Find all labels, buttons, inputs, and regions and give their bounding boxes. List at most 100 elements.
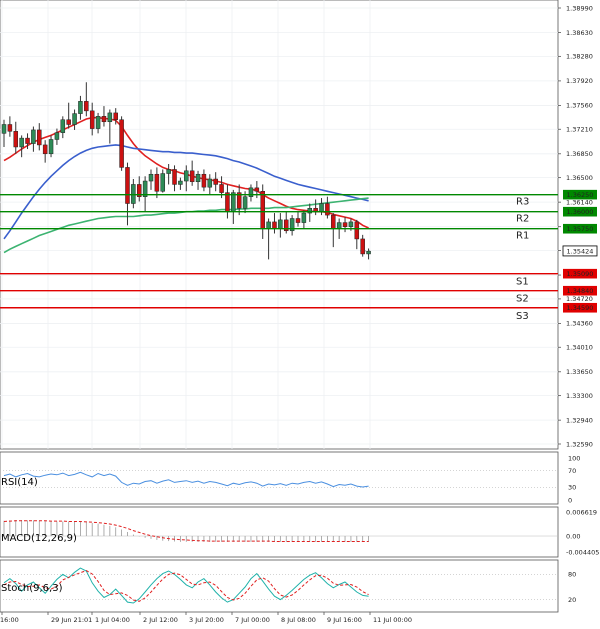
level-name-s2: S2 bbox=[516, 294, 529, 305]
candle-body bbox=[360, 238, 365, 255]
candle-body bbox=[178, 180, 183, 185]
candle-body bbox=[66, 119, 71, 125]
rsi-tick-label: 0 bbox=[568, 496, 572, 504]
price-tick-label: 1.37210 bbox=[566, 126, 593, 134]
price-tick-label: 1.34010 bbox=[566, 344, 593, 352]
current-price-tag: 1.35424 bbox=[562, 245, 598, 257]
price-tick-label: 1.37920 bbox=[566, 77, 593, 85]
candle-body bbox=[342, 222, 348, 227]
candle-body bbox=[242, 196, 248, 209]
price-tick-label: 1.33300 bbox=[566, 392, 593, 400]
rsi-panel: 100 70 30 0 RSI(14) bbox=[0, 451, 580, 505]
candle-body bbox=[278, 219, 283, 229]
level-tag-label: 1.35090 bbox=[567, 270, 594, 278]
level-name-r3: R3 bbox=[516, 197, 529, 208]
price-tick-label: 1.33650 bbox=[566, 368, 593, 376]
time-tick-label: 9 Jul 16:00 bbox=[327, 616, 362, 624]
price-tick-label: 1.34720 bbox=[566, 295, 593, 303]
candle-body bbox=[154, 173, 160, 192]
candle-body bbox=[266, 221, 271, 229]
candle-body bbox=[84, 101, 89, 112]
time-tick-label: 11 Jul 00:00 bbox=[373, 616, 412, 624]
chart-root: R3 R2 R1 S1 S2 S3 1.38990 1.38630 1.38280 1.3792… bbox=[0, 0, 599, 624]
candle-body bbox=[125, 167, 130, 204]
rsi-tick-label: 30 bbox=[568, 484, 576, 492]
time-tick-label: 7 Jul 00:00 bbox=[235, 616, 270, 624]
candle-body bbox=[148, 173, 154, 182]
time-tick-label: 16:00 bbox=[0, 616, 19, 624]
price-tick-label: 1.34360 bbox=[566, 320, 593, 328]
price-tick-label: 1.38280 bbox=[566, 53, 593, 61]
time-tick-label: 29 Jun 21:01 bbox=[51, 616, 92, 624]
candle-body bbox=[60, 119, 66, 133]
candle-body bbox=[13, 131, 19, 148]
level-tag-label: 1.36000 bbox=[567, 208, 594, 216]
price-tick-label: 1.37560 bbox=[566, 102, 593, 110]
candle-body bbox=[225, 192, 230, 212]
macd-plot-frame bbox=[0, 506, 559, 558]
candle-body bbox=[72, 113, 77, 125]
time-tick-label: 8 Jul 08:00 bbox=[281, 616, 316, 624]
price-tick-label: 1.36850 bbox=[566, 150, 593, 158]
level-tag-label: 1.34840 bbox=[567, 287, 594, 295]
candle-body bbox=[166, 169, 171, 174]
rsi-label: RSI(14) bbox=[1, 477, 38, 488]
candle-body bbox=[160, 173, 166, 192]
stoch-tick-label: 20 bbox=[568, 596, 576, 604]
candle-body bbox=[201, 173, 207, 188]
level-tag-label: 1.35750 bbox=[567, 225, 594, 233]
time-tick-label: 2 Jul 12:00 bbox=[143, 616, 178, 624]
level-name-r1: R1 bbox=[516, 231, 529, 242]
candle-body bbox=[248, 187, 254, 197]
macd-tick-label: 0.00 bbox=[566, 532, 580, 540]
price-tick-label: 1.32940 bbox=[566, 416, 593, 424]
stoch-tick-label: 80 bbox=[568, 571, 576, 579]
candle-body bbox=[78, 101, 83, 114]
candle-body bbox=[195, 173, 201, 182]
macd-tick-label: -0.004405 bbox=[566, 548, 599, 556]
price-tick-label: 1.32590 bbox=[566, 440, 593, 448]
rsi-tick-label: 70 bbox=[568, 467, 576, 475]
level-name-r2: R2 bbox=[516, 214, 529, 225]
rsi-axis: 100 70 30 0 bbox=[568, 454, 580, 504]
stoch-label: Stoch(9,6,3) bbox=[1, 583, 63, 594]
candle-body bbox=[189, 170, 195, 182]
macd-axis: 0.006619 0.00 -0.004405 bbox=[566, 508, 599, 556]
candle-body bbox=[325, 203, 330, 216]
time-axis: 16:00 29 Jun 21:01 1 Jul 04:00 2 Jul 12:00 3… bbox=[0, 612, 412, 624]
candle-body bbox=[219, 184, 224, 193]
rsi-tick-label: 100 bbox=[568, 454, 580, 462]
candle-body bbox=[37, 129, 42, 146]
candle-body bbox=[95, 116, 101, 129]
candle-body bbox=[25, 137, 30, 144]
candle-body bbox=[336, 222, 342, 229]
level-name-s3: S3 bbox=[516, 311, 529, 322]
candle-body bbox=[207, 178, 213, 188]
candle-body bbox=[1, 124, 7, 134]
candle-body bbox=[89, 110, 95, 129]
candle-body bbox=[254, 187, 260, 192]
price-tick-label: 1.38630 bbox=[566, 29, 593, 37]
rsi-plot-frame bbox=[0, 451, 559, 505]
stoch-plot-frame bbox=[0, 559, 559, 613]
price-tick-label: 1.36140 bbox=[566, 198, 593, 206]
candle-body bbox=[101, 116, 107, 123]
candle-body bbox=[295, 218, 301, 223]
candle-body bbox=[119, 119, 124, 168]
candle-body bbox=[7, 124, 13, 132]
candle-body bbox=[19, 137, 24, 148]
macd-label: MACD(12,26,9) bbox=[1, 533, 77, 544]
time-tick-label: 3 Jul 20:00 bbox=[189, 616, 224, 624]
candle-body bbox=[331, 214, 336, 229]
candle-body bbox=[172, 169, 177, 185]
candle-body bbox=[319, 203, 324, 212]
stoch-panel: 80 20 Stoch(9,6,3) bbox=[0, 559, 576, 613]
candle-body bbox=[107, 112, 113, 123]
candle-body bbox=[213, 178, 218, 185]
level-tag-label: 1.36250 bbox=[567, 191, 594, 199]
candle-body bbox=[348, 221, 354, 227]
price-tick-label: 1.36500 bbox=[566, 174, 593, 182]
candle-body bbox=[301, 212, 307, 223]
level-name-s1: S1 bbox=[516, 277, 529, 288]
candle-body bbox=[260, 191, 265, 229]
